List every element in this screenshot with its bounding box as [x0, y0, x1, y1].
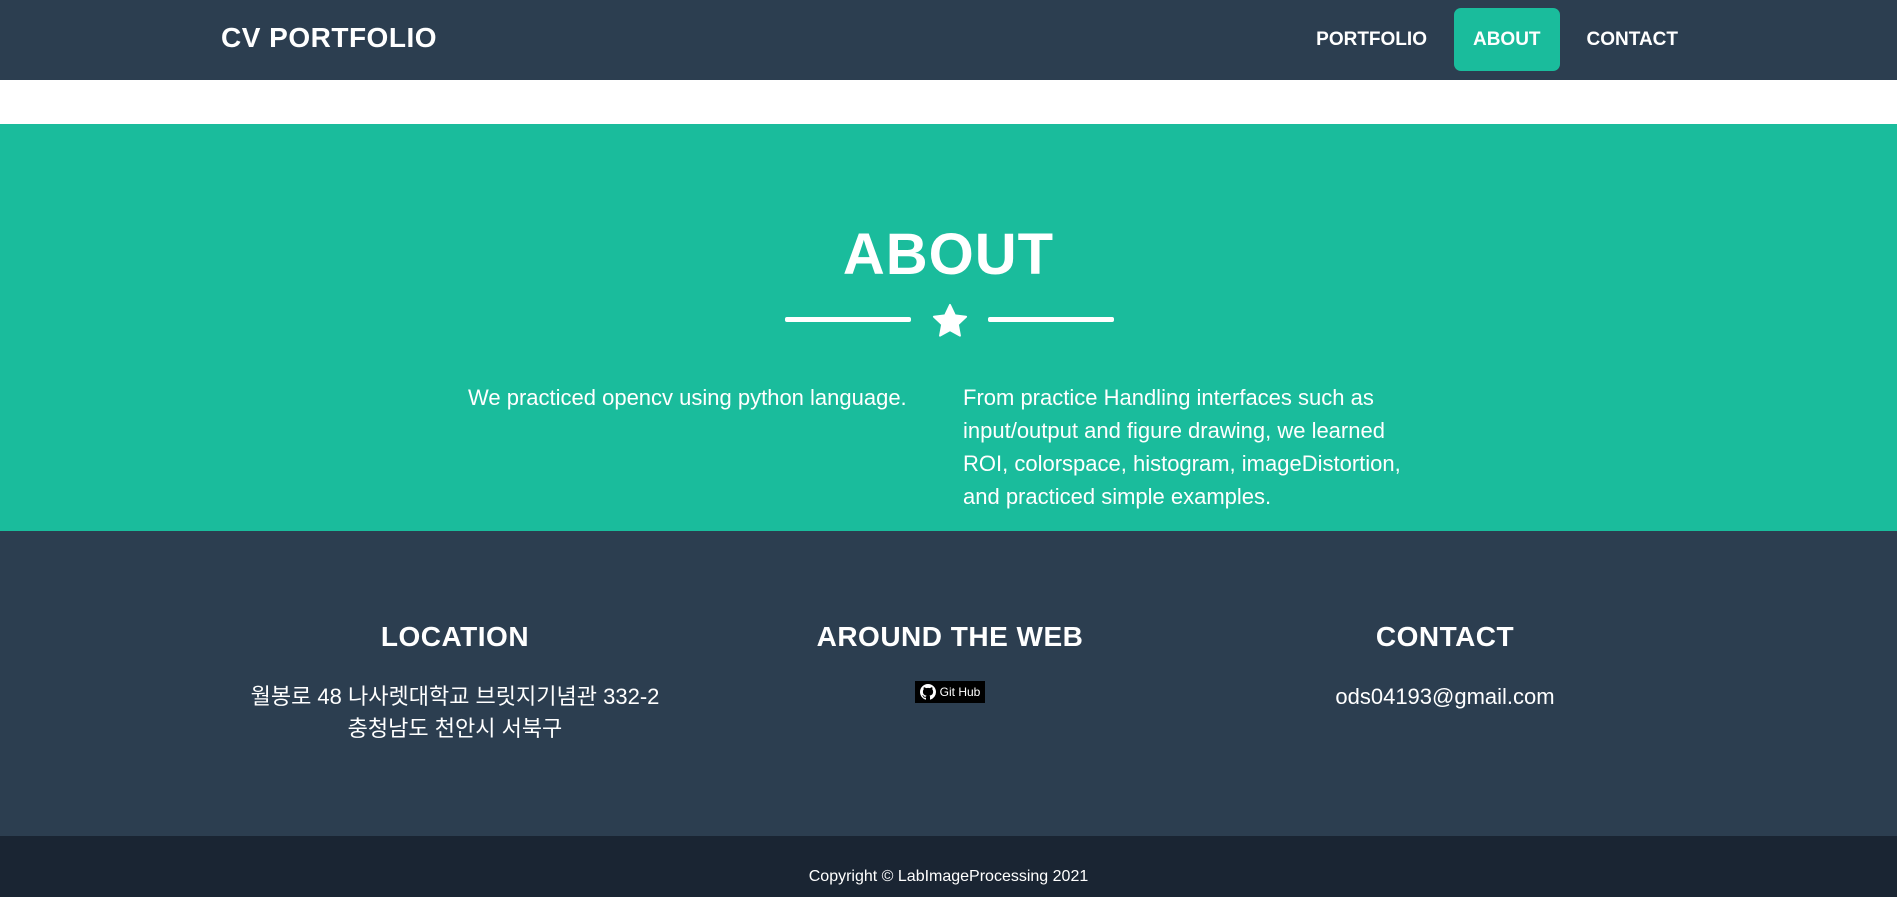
about-section: ABOUT We practiced opencv using python l…: [0, 124, 1897, 531]
copyright-text: Copyright © LabImageProcessing 2021: [808, 868, 1089, 885]
location-line-1: 월봉로 48 나사렛대학교 브릿지기념관 332-2: [250, 684, 660, 709]
nav-link-contact[interactable]: CONTACT: [1568, 8, 1697, 71]
divider-line-right: [988, 317, 1114, 322]
footer: LOCATION 월봉로 48 나사렛대학교 브릿지기념관 332-2 충청남도…: [0, 531, 1897, 836]
nav-link-about[interactable]: ABOUT: [1453, 8, 1560, 71]
github-button-label: Git Hub: [939, 685, 981, 699]
footer-around-the-web: AROUND THE WEB Git Hub: [700, 621, 1200, 705]
location-line-2: 충청남도 천안시 서북구: [347, 716, 563, 741]
star-icon: [932, 303, 968, 337]
about-title: ABOUT: [842, 222, 1055, 287]
nav-links: PORTFOLIO ABOUT CONTACT: [1297, 8, 1697, 71]
github-icon: [919, 684, 936, 700]
github-button[interactable]: Git Hub: [914, 681, 986, 703]
brand-logo-link[interactable]: CV PORTFOLIO: [221, 22, 437, 54]
divider-line-left: [785, 317, 911, 322]
around-the-web-heading: AROUND THE WEB: [816, 621, 1084, 652]
footer-contact: CONTACT ods04193@gmail.com: [1195, 621, 1695, 713]
about-text-right: From practice Handling interfaces such a…: [963, 385, 1401, 509]
section-divider: [0, 302, 1897, 337]
copyright-bar: Copyright © LabImageProcessing 2021: [0, 836, 1897, 897]
navbar: CV PORTFOLIO PORTFOLIO ABOUT CONTACT: [0, 0, 1897, 80]
footer-location: LOCATION 월봉로 48 나사렛대학교 브릿지기념관 332-2 충청남도…: [205, 621, 705, 745]
location-heading: LOCATION: [380, 621, 530, 652]
contact-heading: CONTACT: [1375, 621, 1515, 652]
about-text-left: We practiced opencv using python languag…: [468, 385, 907, 410]
contact-email: ods04193@gmail.com: [1335, 684, 1555, 709]
nav-link-portfolio[interactable]: PORTFOLIO: [1297, 8, 1446, 71]
